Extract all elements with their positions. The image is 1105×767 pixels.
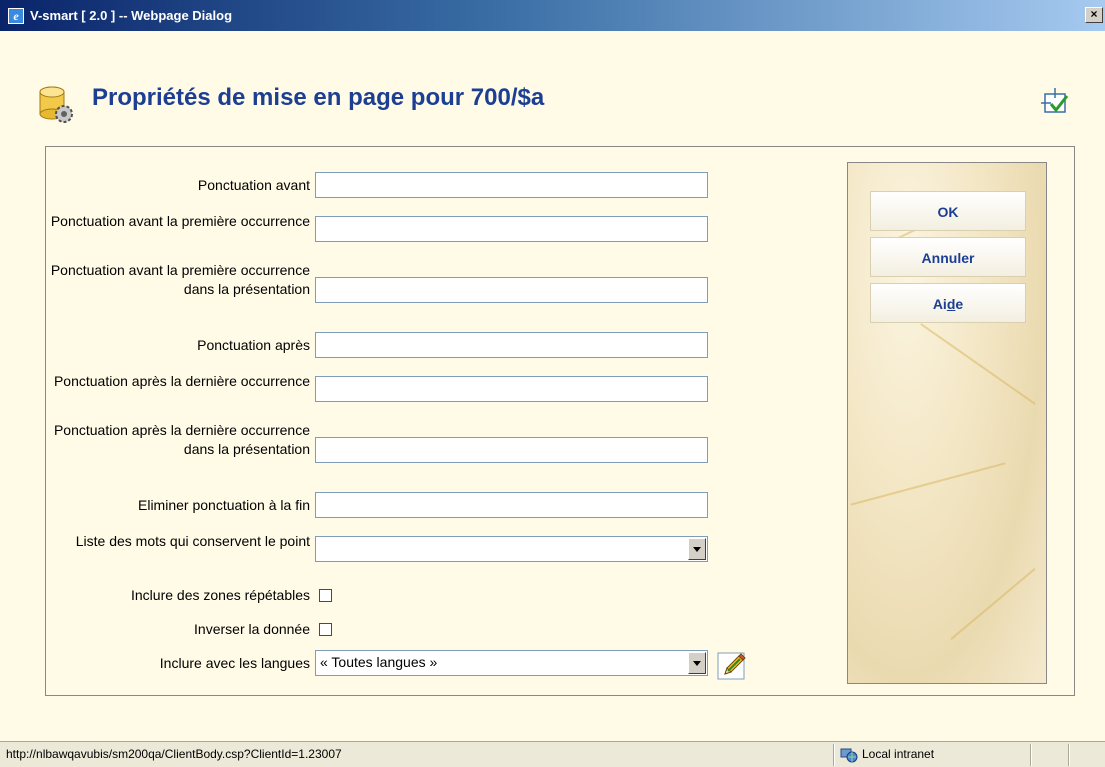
field-label-languages: Inclure avec les langues (159, 655, 310, 671)
punct-before-first-input[interactable] (315, 216, 708, 242)
status-url: http://nlbawqavubis/sm200qa/ClientBody.c… (6, 747, 342, 761)
field-label-punct-after-last: Ponctuation après la dernière occurrence (53, 373, 310, 389)
punct-after-last-presentation-input[interactable] (315, 437, 708, 463)
languages-value: « Toutes langues » (320, 654, 438, 670)
field-label-word-list: Liste des mots qui conservent le point (75, 533, 310, 549)
invert-checkbox[interactable] (319, 623, 332, 636)
status-bar: http://nlbawqavubis/sm200qa/ClientBody.c… (0, 741, 1105, 767)
marble-vein (920, 323, 1036, 405)
strip-punct-input[interactable] (315, 492, 708, 518)
field-label-punct-after: Ponctuation après (197, 337, 310, 353)
marble-vein (950, 567, 1036, 641)
window-title: V-smart [ 2.0 ] -- Webpage Dialog (30, 8, 233, 23)
intranet-globe-icon (840, 748, 858, 763)
chevron-down-icon[interactable] (688, 538, 706, 560)
status-divider (833, 744, 835, 766)
ie-icon: e (8, 7, 24, 24)
repeatable-checkbox[interactable] (319, 589, 332, 602)
ok-button[interactable]: OK (870, 191, 1026, 231)
checkbox-label-invert: Inverser la donnée (194, 621, 310, 637)
punct-before-input[interactable] (315, 172, 708, 198)
word-list-select[interactable] (315, 536, 708, 562)
field-label-strip-punct: Eliminer ponctuation à la fin (138, 497, 310, 513)
status-divider (1068, 744, 1070, 766)
status-divider (1030, 744, 1032, 766)
punct-after-input[interactable] (315, 332, 708, 358)
field-label-punct-before-first: Ponctuation avant la première occurrence (50, 213, 310, 229)
languages-select[interactable]: « Toutes langues » (315, 650, 708, 676)
marble-vein (850, 462, 1006, 506)
punct-before-first-presentation-input[interactable] (315, 277, 708, 303)
punct-after-last-input[interactable] (315, 376, 708, 402)
chevron-down-icon[interactable] (688, 652, 706, 674)
page-title: Propriétés de mise en page pour 700/$a (92, 84, 545, 111)
help-label-end: e (955, 296, 964, 312)
database-gear-icon (39, 86, 73, 123)
field-label-punct-after-last-presentation: Ponctuation après la dernière occurrence… (53, 422, 310, 457)
cancel-button[interactable]: Annuler (870, 237, 1026, 277)
window-titlebar: e V-smart [ 2.0 ] -- Webpage Dialog × (0, 0, 1105, 31)
pencil-icon[interactable] (717, 650, 749, 682)
close-button[interactable]: × (1085, 7, 1103, 23)
status-zone: Local intranet (862, 747, 935, 761)
field-label-punct-before-first-presentation: Ponctuation avant la première occurrence… (50, 262, 310, 297)
field-label-punct-before: Ponctuation avant (197, 177, 310, 193)
help-label-start: Ai (932, 296, 947, 312)
checkbox-label-repeatable: Inclure des zones répétables (131, 587, 310, 603)
layout-check-icon[interactable] (1039, 86, 1071, 118)
help-button[interactable]: Aide (870, 283, 1026, 323)
